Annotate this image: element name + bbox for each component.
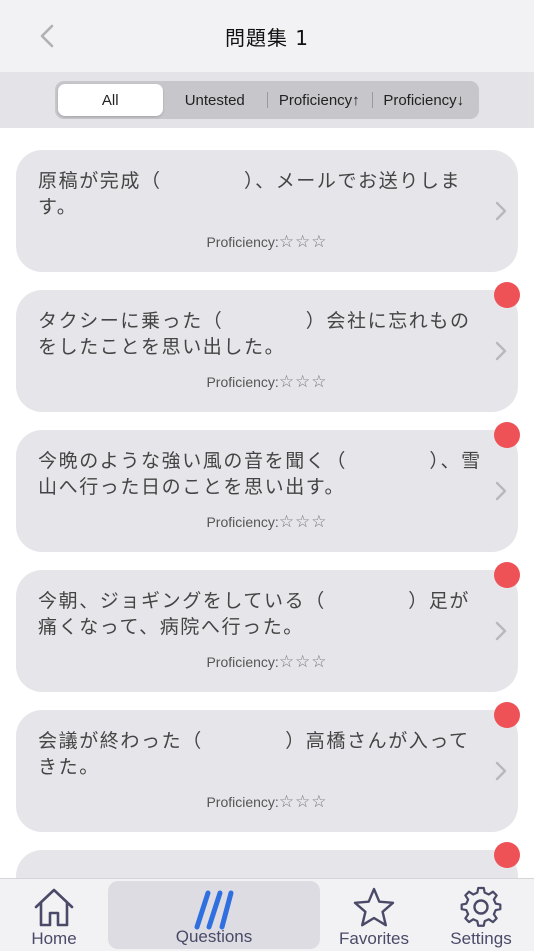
- question-card[interactable]: [16, 842, 520, 878]
- proficiency-label: Proficiency:: [206, 514, 279, 530]
- navigation-bar: 問題集 1: [0, 0, 534, 72]
- new-badge-dot: [494, 702, 520, 728]
- tab-home-label: Home: [31, 929, 77, 948]
- new-badge-dot: [494, 282, 520, 308]
- question-card[interactable]: タクシーに乗った（ ）会社に忘れものをしたことを思い出した。 Proficien…: [16, 282, 520, 412]
- tab-questions[interactable]: Questions: [108, 881, 320, 949]
- proficiency-row: Proficiency:☆☆☆: [16, 652, 518, 672]
- question-text: 今晩のような強い風の音を聞く（ ）、雪山へ行った日のことを思い出す。: [38, 450, 482, 498]
- proficiency-row: Proficiency:☆☆☆: [16, 512, 518, 532]
- proficiency-stars: ☆☆☆: [278, 512, 328, 532]
- tab-settings-label: Settings: [450, 929, 512, 948]
- proficiency-row: Proficiency:☆☆☆: [16, 232, 518, 252]
- proficiency-row: Proficiency:☆☆☆: [16, 792, 518, 812]
- proficiency-row: Proficiency:☆☆☆: [16, 372, 518, 392]
- question-list[interactable]: 原稿が完成（ ）、メールでお送りします。 Proficiency:☆☆☆ タクシ…: [0, 128, 534, 878]
- tab-favorites[interactable]: Favorites: [320, 879, 428, 951]
- page-title: 問題集 1: [224, 26, 310, 50]
- new-badge-dot: [494, 422, 520, 448]
- tab-home[interactable]: Home: [0, 879, 108, 951]
- question-card[interactable]: 原稿が完成（ ）、メールでお送りします。 Proficiency:☆☆☆: [16, 150, 518, 272]
- question-card[interactable]: 今朝、ジョギングをしている（ ）足が痛くなって、病院へ行った。 Proficie…: [16, 562, 520, 692]
- question-text: タクシーに乗った（ ）会社に忘れものをしたことを思い出した。: [38, 310, 471, 358]
- new-badge-dot: [494, 562, 520, 588]
- tab-questions-label: Questions: [175, 927, 253, 946]
- home-icon: [34, 888, 74, 927]
- proficiency-stars: ☆☆☆: [278, 652, 328, 672]
- question-card[interactable]: 会議が終わった（ ）高橋さんが入ってきた。 Proficiency:☆☆☆: [16, 702, 520, 832]
- gear-icon: [460, 886, 502, 927]
- proficiency-stars: ☆☆☆: [278, 232, 328, 252]
- question-text: 原稿が完成（ ）、メールでお送りします。: [38, 170, 462, 218]
- proficiency-label: Proficiency:: [206, 794, 279, 810]
- proficiency-label: Proficiency:: [206, 374, 279, 390]
- filter-bar: All Untested Proficiency↑ Proficiency↓: [0, 72, 534, 128]
- segment-untested[interactable]: Untested: [163, 84, 268, 116]
- chevron-right-icon: [495, 481, 507, 501]
- tab-bar: Home Questions Favorites Settings: [0, 878, 534, 951]
- chevron-right-icon: [495, 761, 507, 781]
- tab-favorites-label: Favorites: [339, 929, 409, 948]
- star-icon: [353, 887, 395, 927]
- segment-all[interactable]: All: [58, 84, 163, 116]
- proficiency-stars: ☆☆☆: [278, 792, 328, 812]
- new-badge-dot: [494, 842, 520, 868]
- filter-segmented-control: All Untested Proficiency↑ Proficiency↓: [55, 81, 479, 119]
- tab-settings[interactable]: Settings: [428, 879, 534, 951]
- question-text: 今朝、ジョギングをしている（ ）足が痛くなって、病院へ行った。: [38, 590, 471, 638]
- proficiency-stars: ☆☆☆: [278, 372, 328, 392]
- segment-proficiency-descending[interactable]: Proficiency↓: [371, 84, 477, 116]
- chevron-right-icon: [495, 621, 507, 641]
- questions-icon: [194, 890, 234, 930]
- proficiency-label: Proficiency:: [206, 234, 279, 250]
- chevron-right-icon: [495, 201, 507, 221]
- segment-proficiency-ascending[interactable]: Proficiency↑: [267, 84, 372, 116]
- question-text: 会議が終わった（ ）高橋さんが入ってきた。: [38, 730, 470, 778]
- proficiency-label: Proficiency:: [206, 654, 279, 670]
- question-card[interactable]: 今晩のような強い風の音を聞く（ ）、雪山へ行った日のことを思い出す。 Profi…: [16, 422, 520, 552]
- chevron-right-icon: [495, 341, 507, 361]
